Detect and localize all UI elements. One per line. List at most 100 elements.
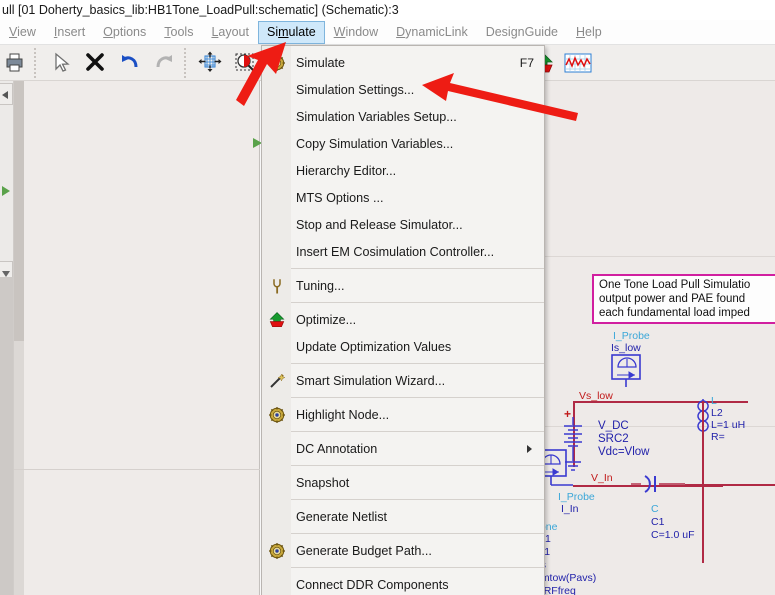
vdc-value-label: Vdc=Vlow <box>598 446 650 458</box>
menu-item-label: Stop and Release Simulator... <box>296 217 463 232</box>
window-title: ull [01 Doherty_basics_lib:HB1Tone_LoadP… <box>0 0 775 20</box>
iprobe-is-low-symbol[interactable] <box>609 353 649 389</box>
menu-mnemonic: m <box>278 25 289 39</box>
menu-item-label: Smart Simulation Wizard... <box>296 373 446 388</box>
menu-item-simulation-variables-setup[interactable]: Simulation Variables Setup... <box>262 103 544 130</box>
menu-item-no-icon <box>262 333 291 360</box>
menu-item-no-icon <box>262 211 291 238</box>
l2-value-label: L=1 uH <box>711 419 746 431</box>
menu-separator <box>291 431 544 432</box>
note-line-1: One Tone Load Pull Simulatio <box>599 279 751 291</box>
menu-item-mts-options[interactable]: MTS Options ... <box>262 184 544 211</box>
gear-icon <box>262 49 291 76</box>
menu-item-label: Simulation Variables Setup... <box>296 109 457 124</box>
menu-insert[interactable]: Insert <box>45 21 94 44</box>
menu-bar: View Insert Options Tools Layout Simulate Wind… <box>0 20 775 45</box>
menu-item-no-icon <box>262 571 291 595</box>
print-icon[interactable] <box>0 47 30 79</box>
menu-item-dc-annotation[interactable]: DC Annotation <box>262 435 544 462</box>
menu-item-no-icon <box>262 184 291 211</box>
iprobe-in-name-label: I_In <box>561 503 579 515</box>
iprobe-is-low-type-label: I_Probe <box>613 330 650 342</box>
menu-item-copy-simulation-variables[interactable]: Copy Simulation Variables... <box>262 130 544 157</box>
undo-icon[interactable] <box>115 47 145 79</box>
play-triangle-icon <box>2 186 10 196</box>
wire-l2-branch <box>702 401 704 563</box>
wand-icon <box>262 367 291 394</box>
node-v-in-label: V_In <box>591 472 613 484</box>
wire-c1-to-fet <box>685 484 775 486</box>
menu-item-hierarchy-editor[interactable]: Hierarchy Editor... <box>262 157 544 184</box>
menu-item-generate-netlist[interactable]: Generate Netlist <box>262 503 544 530</box>
menu-item-optimize[interactable]: Optimize... <box>262 306 544 333</box>
menu-item-simulate[interactable]: Simulate F7 <box>262 49 544 76</box>
menu-tools[interactable]: Tools <box>155 21 202 44</box>
left-canvas-pane <box>14 81 260 595</box>
menu-item-shortcut: F7 <box>519 55 534 70</box>
dock-tab-component-library[interactable] <box>0 83 13 105</box>
menu-mnemonic: T <box>164 25 171 39</box>
display-data-icon[interactable] <box>563 47 593 79</box>
menu-help[interactable]: Help <box>567 21 611 44</box>
pan-icon[interactable] <box>195 47 225 79</box>
left-pane-scroll-thumb[interactable] <box>14 81 24 341</box>
c1-name-label: C1 <box>651 516 665 528</box>
gear-icon <box>262 537 291 564</box>
adsp-schematic-window: ull [01 Doherty_basics_lib:HB1Tone_LoadP… <box>0 0 775 595</box>
menu-window[interactable]: Window <box>325 21 387 44</box>
menu-separator <box>291 363 544 364</box>
iprobe-in-type-label: I_Probe <box>558 491 595 503</box>
menu-view[interactable]: View <box>0 21 45 44</box>
menu-item-tuning[interactable]: Tuning... <box>262 272 544 299</box>
gear-icon <box>262 401 291 428</box>
zoom-area-icon[interactable] <box>230 47 260 79</box>
menu-item-no-icon <box>262 157 291 184</box>
redo-icon[interactable] <box>149 47 179 79</box>
menu-mnemonic: O <box>103 25 113 39</box>
menu-mnemonic: I <box>53 25 58 39</box>
menu-item-stop-and-release-simulator[interactable]: Stop and Release Simulator... <box>262 211 544 238</box>
simulate-dropdown-menu[interactable]: Simulate F7 Simulation Settings... Simulati… <box>261 45 545 595</box>
menu-simulate[interactable]: Simulate <box>258 21 325 44</box>
menu-mnemonic: H <box>575 25 585 39</box>
menu-item-no-icon <box>262 238 291 265</box>
green-up-arrow-icon <box>262 306 291 333</box>
vdc-name-label: SRC2 <box>598 433 629 445</box>
menu-item-label: Insert EM Cosimulation Controller... <box>296 244 495 259</box>
menu-item-label: Simulate <box>296 55 345 70</box>
select-arrow-icon[interactable] <box>46 47 76 79</box>
menu-dynamiclink[interactable]: DynamicLink <box>387 21 477 44</box>
menu-separator <box>291 567 544 568</box>
vdc-type-label: V_DC <box>598 420 629 432</box>
left-pane-scrollbar[interactable] <box>14 81 24 595</box>
toolbar-separator <box>183 48 191 78</box>
l2-inductor-symbol[interactable] <box>693 399 715 461</box>
note-line-2: output power and PAE found <box>599 293 746 305</box>
menu-separator <box>291 302 544 303</box>
menu-mnemonic: D <box>396 25 406 39</box>
menu-item-label: Tuning... <box>296 278 345 293</box>
menu-mnemonic: L <box>211 25 219 39</box>
menu-item-label: Simulation Settings... <box>296 82 415 97</box>
menu-item-snapshot[interactable]: Snapshot <box>262 469 544 496</box>
menu-item-insert-em-cosimulation-controller[interactable]: Insert EM Cosimulation Controller... <box>262 238 544 265</box>
menu-designguide[interactable]: DesignGuide <box>477 21 567 44</box>
menu-item-highlight-node[interactable]: Highlight Node... <box>262 401 544 428</box>
menu-item-label: Copy Simulation Variables... <box>296 136 454 151</box>
menu-item-generate-budget-path[interactable]: Generate Budget Path... <box>262 537 544 564</box>
dock-scrollbar[interactable] <box>0 277 13 595</box>
submenu-chevron-right-icon <box>527 444 544 453</box>
menu-item-no-icon <box>262 76 291 103</box>
menu-options[interactable]: Options <box>94 21 155 44</box>
chevron-left-icon <box>2 91 8 99</box>
menu-item-simulation-settings[interactable]: Simulation Settings... <box>262 76 544 103</box>
menu-item-connect-ddr-components[interactable]: Connect DDR Components <box>262 571 544 595</box>
dock-tab-palette[interactable] <box>0 179 13 201</box>
menu-item-no-icon <box>262 469 291 496</box>
menu-item-update-optimization-values[interactable]: Update Optimization Values <box>262 333 544 360</box>
menu-layout[interactable]: Layout <box>202 21 258 44</box>
menu-item-smart-simulation-wizard[interactable]: Smart Simulation Wizard... <box>262 367 544 394</box>
c1-capacitor-symbol[interactable] <box>631 473 685 499</box>
menu-separator <box>291 533 544 534</box>
delete-icon[interactable] <box>80 47 110 79</box>
